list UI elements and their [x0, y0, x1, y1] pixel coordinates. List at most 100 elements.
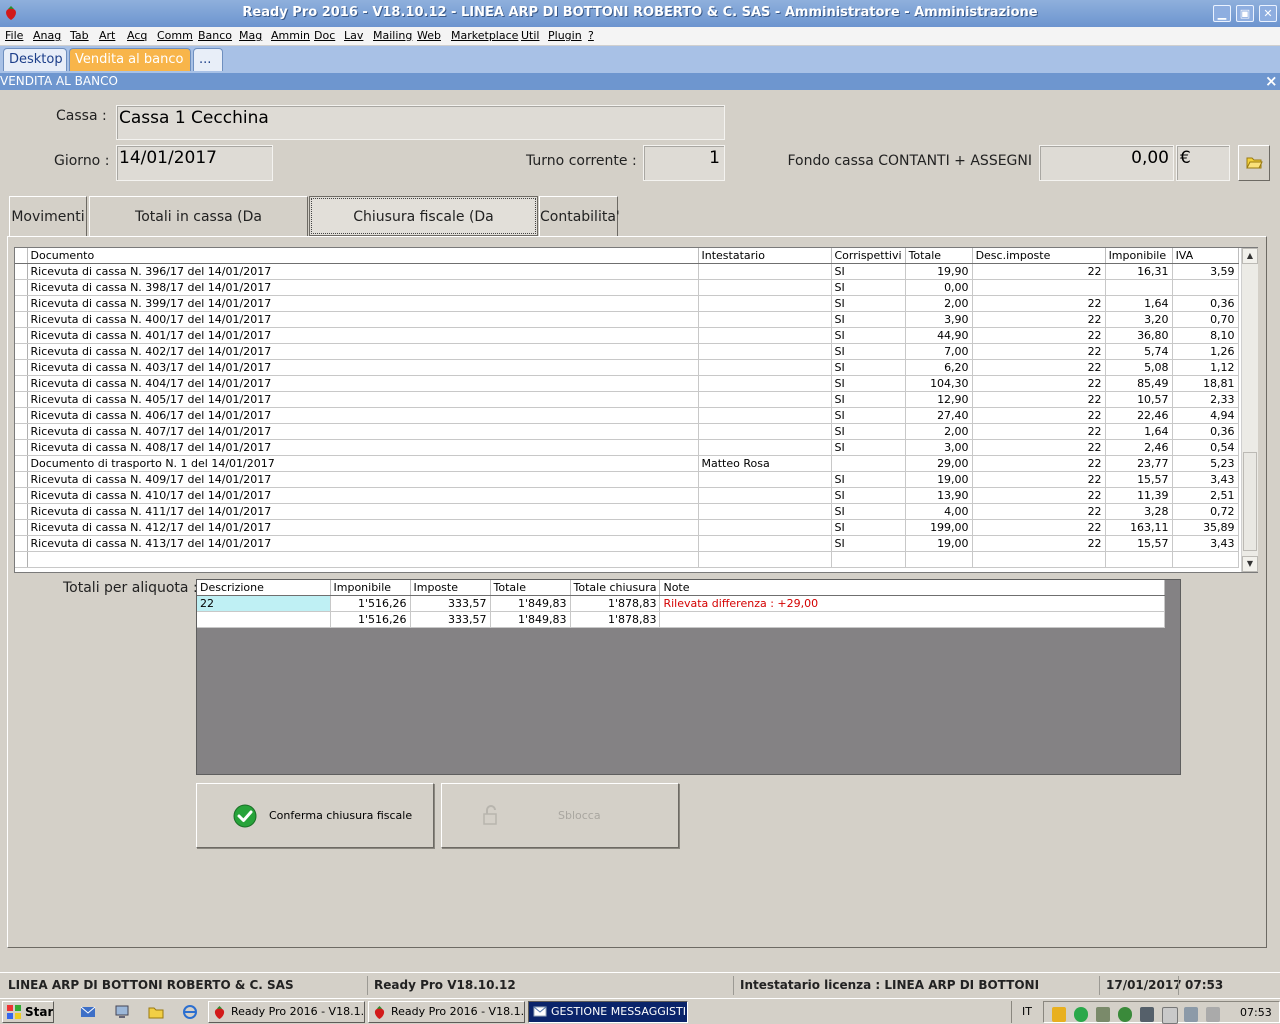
menu-help[interactable]: ?	[588, 29, 594, 42]
column-header[interactable]: Corrispettivi	[831, 248, 906, 264]
row-selector[interactable]	[15, 311, 28, 328]
taskbar-item-messaggistica[interactable]: GESTIONE MESSAGGISTI...	[528, 1001, 688, 1023]
table-row[interactable]: Ricevuta di cassa N. 406/17 del 14/01/20…	[15, 407, 1239, 424]
scroll-up-icon[interactable]: ▲	[1242, 248, 1258, 264]
menu-acq[interactable]: Acq	[127, 29, 147, 42]
menu-tab[interactable]: Tab	[70, 29, 89, 42]
table-row[interactable]: Ricevuta di cassa N. 403/17 del 14/01/20…	[15, 359, 1239, 376]
table-row[interactable]: Ricevuta di cassa N. 401/17 del 14/01/20…	[15, 327, 1239, 344]
section-close-icon[interactable]: ×	[1265, 72, 1278, 90]
tray-display-icon[interactable]	[1184, 1007, 1198, 1022]
totals-row[interactable]: 22 1'516,26 333,57 1'849,83 1'878,83 Ril…	[197, 595, 1166, 612]
tab-more[interactable]: ...	[193, 48, 223, 71]
tab-movimenti[interactable]: Movimenti	[9, 196, 87, 236]
taskbar-item-readypro-1[interactable]: Ready Pro 2016 - V18.1...	[208, 1001, 365, 1023]
menu-ammin[interactable]: Ammin	[271, 29, 310, 42]
menu-banco[interactable]: Banco	[198, 29, 232, 42]
row-selector[interactable]	[15, 375, 28, 392]
unlock-button[interactable]: Sblocca	[441, 783, 679, 848]
tab-contabilita[interactable]: Contabilita'	[539, 196, 620, 236]
column-header[interactable]: Documento	[27, 248, 699, 264]
row-selector[interactable]	[15, 279, 28, 296]
row-selector[interactable]	[15, 343, 28, 360]
computer-quicklaunch-icon[interactable]	[114, 1004, 130, 1020]
confirm-closure-button[interactable]: Conferma chiusura fiscale	[196, 783, 434, 848]
table-row[interactable]: Ricevuta di cassa N. 410/17 del 14/01/20…	[15, 487, 1239, 504]
row-selector[interactable]	[15, 263, 28, 280]
language-indicator[interactable]: IT	[1022, 1005, 1032, 1018]
menu-comm[interactable]: Comm	[157, 29, 193, 42]
totals-desc-cell[interactable]: 22	[197, 595, 331, 612]
table-row[interactable]: Ricevuta di cassa N. 411/17 del 14/01/20…	[15, 503, 1239, 520]
turno-field[interactable]: 1	[643, 145, 725, 181]
tray-pdf-icon[interactable]	[1052, 1007, 1066, 1022]
row-selector[interactable]	[15, 327, 28, 344]
menu-doc[interactable]: Doc	[314, 29, 335, 42]
menu-plugin[interactable]: Plugin	[548, 29, 582, 42]
table-row[interactable]: Ricevuta di cassa N. 399/17 del 14/01/20…	[15, 295, 1239, 312]
table-row[interactable]: Ricevuta di cassa N. 408/17 del 14/01/20…	[15, 439, 1239, 456]
table-row[interactable]: Ricevuta di cassa N. 413/17 del 14/01/20…	[15, 535, 1239, 552]
start-button[interactable]: Start	[2, 1001, 54, 1023]
open-folder-button[interactable]	[1238, 145, 1270, 181]
row-selector[interactable]	[15, 455, 28, 472]
table-row[interactable]: Ricevuta di cassa N. 398/17 del 14/01/20…	[15, 279, 1239, 296]
menu-art[interactable]: Art	[99, 29, 115, 42]
column-header[interactable]: Totale	[905, 248, 973, 264]
menu-mag[interactable]: Mag	[239, 29, 262, 42]
tray-clock[interactable]: 07:53	[1240, 1006, 1272, 1019]
minimize-button[interactable]: ▁	[1213, 5, 1231, 22]
maximize-button[interactable]: ▣	[1236, 5, 1254, 22]
folder-quicklaunch-icon[interactable]	[148, 1004, 164, 1020]
cassa-field[interactable]: Cassa 1 Cecchina	[116, 105, 725, 140]
taskbar-item-readypro-2[interactable]: Ready Pro 2016 - V18.1...	[368, 1001, 525, 1023]
table-row[interactable]: Ricevuta di cassa N. 407/17 del 14/01/20…	[15, 423, 1239, 440]
row-selector[interactable]	[15, 471, 28, 488]
tray-battery-icon[interactable]	[1096, 1007, 1110, 1022]
fondo-field[interactable]: 0,00	[1039, 145, 1174, 181]
row-selector[interactable]	[15, 407, 28, 424]
table-row[interactable]: Ricevuta di cassa N. 409/17 del 14/01/20…	[15, 471, 1239, 488]
column-header[interactable]: Totale chiusura	[570, 580, 661, 596]
table-row[interactable]: Ricevuta di cassa N. 402/17 del 14/01/20…	[15, 343, 1239, 360]
table-row[interactable]: Ricevuta di cassa N. 404/17 del 14/01/20…	[15, 375, 1239, 392]
scroll-down-icon[interactable]: ▼	[1242, 556, 1258, 572]
tab-desktop[interactable]: Desktop	[3, 48, 67, 71]
table-row[interactable]: Ricevuta di cassa N. 400/17 del 14/01/20…	[15, 311, 1239, 328]
scroll-thumb[interactable]	[1243, 452, 1257, 551]
menu-file[interactable]: File	[5, 29, 23, 42]
menu-anag[interactable]: Anag	[33, 29, 61, 42]
column-header[interactable]: Descrizione	[197, 580, 331, 596]
table-row[interactable]: Ricevuta di cassa N. 396/17 del 14/01/20…	[15, 263, 1239, 280]
row-selector[interactable]	[15, 391, 28, 408]
table-row[interactable]: Ricevuta di cassa N. 412/17 del 14/01/20…	[15, 519, 1239, 536]
column-header[interactable]: Intestatario	[698, 248, 832, 264]
row-selector[interactable]	[15, 519, 28, 536]
row-selector[interactable]	[15, 359, 28, 376]
column-header[interactable]: Totale	[490, 580, 571, 596]
giorno-field[interactable]: 14/01/2017	[116, 145, 273, 181]
menu-mailing[interactable]: Mailing	[373, 29, 412, 42]
tab-vendita-al-banco[interactable]: Vendita al banco	[69, 48, 191, 71]
tray-printer-icon[interactable]	[1140, 1007, 1154, 1022]
tab-totali-in-cassa[interactable]: Totali in cassa (Da confermare)	[89, 196, 308, 265]
tray-sync-icon[interactable]	[1074, 1007, 1088, 1022]
column-header[interactable]: Desc.imposte	[972, 248, 1106, 264]
tab-chiusura-fiscale[interactable]: Chiusura fiscale (Da confermare)	[309, 196, 538, 265]
menu-lav[interactable]: Lav	[344, 29, 363, 42]
tray-network-icon[interactable]	[1118, 1007, 1132, 1022]
row-selector[interactable]	[15, 423, 28, 440]
column-header[interactable]: Imponibile	[330, 580, 411, 596]
column-header[interactable]: Note	[659, 580, 1166, 596]
row-selector[interactable]	[15, 551, 28, 568]
menu-web[interactable]: Web	[417, 29, 441, 42]
column-header[interactable]: Imponibile	[1105, 248, 1173, 264]
table-row[interactable]: Ricevuta di cassa N. 405/17 del 14/01/20…	[15, 391, 1239, 408]
tray-speaker-muted-icon[interactable]	[1206, 1007, 1220, 1022]
row-selector[interactable]	[15, 535, 28, 552]
documents-grid[interactable]: Documento Intestatario Corrispettivi Tot…	[14, 247, 1258, 573]
menu-marketplace[interactable]: Marketplace	[451, 29, 518, 42]
row-selector[interactable]	[15, 439, 28, 456]
grid-vertical-scrollbar[interactable]: ▲ ▼	[1241, 248, 1258, 572]
column-header[interactable]: IVA	[1172, 248, 1239, 264]
